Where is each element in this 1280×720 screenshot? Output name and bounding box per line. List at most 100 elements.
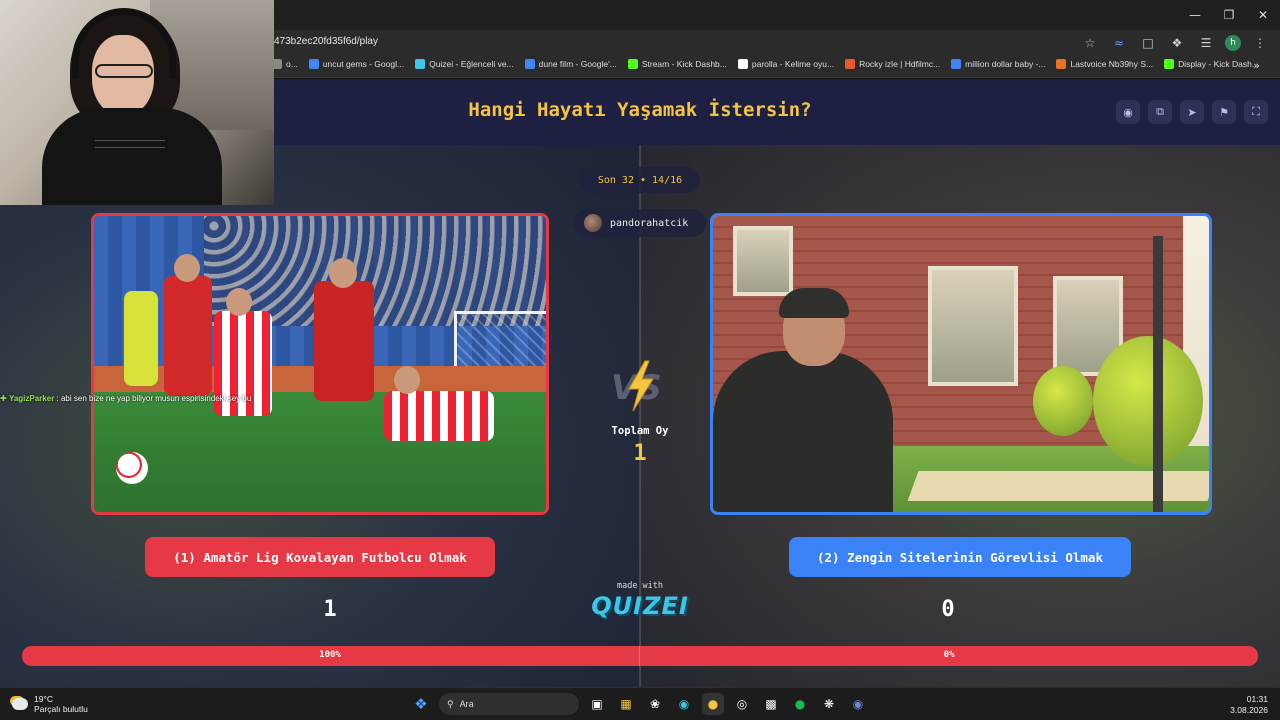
shirt-print: [95, 140, 165, 148]
player-red-1: [164, 276, 212, 396]
extension-wave-icon[interactable]: ≈: [1109, 33, 1129, 53]
eye-icon[interactable]: ◉: [1116, 100, 1140, 124]
flag-icon[interactable]: ⚑: [1212, 100, 1236, 124]
profile-avatar[interactable]: h: [1225, 35, 1241, 51]
bookmark-item[interactable]: Rocky izle | Hdfilmc...: [845, 59, 940, 69]
search-label: Ara: [459, 699, 474, 709]
system-clock[interactable]: 01:31 3.08.2026: [1230, 694, 1268, 716]
terminal-icon[interactable]: ▩: [760, 693, 782, 715]
weather-widget[interactable]: 19°C Parçalı bulutlu: [12, 694, 88, 714]
url-text[interactable]: 473b2ec20fd35f6d/play: [274, 36, 378, 47]
window: [928, 266, 1018, 386]
bookmark-label: Stream - Kick Dashb...: [641, 59, 727, 69]
puzzle-icon[interactable]: ❖: [1167, 33, 1187, 53]
bookmark-list: o... uncut gems - Googl... Quizei - Eğlenc…: [272, 59, 1259, 69]
reading-list-icon[interactable]: ☰: [1196, 33, 1216, 53]
option-right-votes: 0: [941, 597, 955, 622]
username: pandorahatcik: [610, 217, 689, 229]
bookmark-label: uncut gems - Googl...: [322, 59, 405, 69]
restore-icon[interactable]: ❐: [1212, 0, 1246, 30]
streamer-shirt: [42, 108, 222, 205]
kebab-menu-icon[interactable]: ⋮: [1250, 33, 1270, 53]
bookmark-label: Quizei - Eğlenceli ve...: [429, 59, 514, 69]
player-head: [329, 258, 357, 288]
edge-icon[interactable]: ◉: [673, 693, 695, 715]
spotify-icon[interactable]: ●: [789, 693, 811, 715]
chrome-icon[interactable]: ●: [702, 693, 724, 715]
windows-start-icon[interactable]: ❖: [410, 693, 432, 715]
window: [733, 226, 793, 296]
stadium-crowd: [204, 216, 546, 326]
extension-icon[interactable]: □: [1138, 33, 1158, 53]
player-white-2: [384, 391, 494, 441]
app-icon[interactable]: ❋: [818, 693, 840, 715]
bookmark-label: Rocky izle | Hdfilmc...: [859, 59, 941, 69]
bookmark-item[interactable]: Display - Kick Dash...: [1164, 59, 1259, 69]
minimize-icon[interactable]: —: [1178, 0, 1212, 30]
option-right-button[interactable]: (2) Zengin Sitelerinin Görevlisi Olmak: [789, 537, 1131, 577]
option-left-button[interactable]: (1) Amatör Lig Kovalayan Futbolcu Olmak: [145, 537, 495, 577]
guard-cap: [779, 288, 849, 318]
bookmark-item[interactable]: Quizei - Eğlenceli ve...: [415, 59, 514, 69]
bookmark-favicon-icon: [308, 59, 319, 69]
bookmark-favicon-icon: [1056, 59, 1067, 69]
discord-icon[interactable]: ◉: [847, 693, 869, 715]
vote-progress-split: [639, 646, 640, 666]
referee: [124, 291, 158, 386]
taskbar-apps: ❖ ⚲ Ara ▣ ▦ ❀ ◉ ● ◎ ▩ ● ❋ ◉: [410, 693, 869, 715]
bookmark-item[interactable]: Lastvoice Nb39hy S...: [1056, 59, 1153, 69]
vs-badge: VS: [605, 355, 675, 415]
bookmark-item[interactable]: uncut gems - Googl...: [308, 59, 405, 69]
round-badge: Son 32 • 14/16: [580, 167, 700, 193]
avatar: [584, 214, 602, 232]
obs-icon[interactable]: ◎: [731, 693, 753, 715]
bookmark-item[interactable]: parolla - Kelime oyu...: [737, 59, 835, 69]
total-votes-value: 1: [633, 441, 647, 466]
bookmark-item[interactable]: dune film - Google'...: [524, 59, 617, 69]
made-with-label: made with: [616, 581, 664, 591]
weather-temperature: 19°C: [34, 694, 53, 704]
football-ball: [116, 452, 148, 484]
windows-taskbar: 19°C Parçalı bulutlu ❖ ⚲ Ara ▣ ▦ ❀ ◉ ● ◎…: [0, 687, 1280, 720]
bookmark-item[interactable]: million dollar baby -...: [951, 59, 1045, 69]
player-red-2: [314, 281, 374, 401]
player-head: [174, 254, 200, 282]
vote-progress-fill: [22, 646, 1258, 666]
bookmark-star-icon[interactable]: ☆: [1080, 33, 1100, 53]
option-left-image[interactable]: [91, 213, 549, 515]
quizei-logo[interactable]: QUIZEI: [580, 592, 700, 620]
send-icon[interactable]: ➤: [1180, 100, 1204, 124]
window-controls: — ❐ ✕: [1178, 0, 1280, 30]
copy-icon[interactable]: ⧉: [1148, 100, 1172, 124]
task-view-icon[interactable]: ▣: [586, 693, 608, 715]
bookmark-item[interactable]: o...: [272, 59, 298, 69]
user-badge: pandorahatcik: [574, 209, 706, 237]
webcam-overlay: [0, 0, 274, 205]
file-explorer-icon[interactable]: ▦: [615, 693, 637, 715]
bookmark-item[interactable]: Stream - Kick Dashb...: [627, 59, 727, 69]
bookmark-label: o...: [286, 59, 298, 69]
chat-text: : abi sen bize ne yap biliyor musun espi…: [54, 394, 252, 403]
bookmark-favicon-icon: [845, 59, 856, 69]
chat-username: YagizParker: [8, 394, 55, 403]
bush: [1093, 336, 1203, 466]
fullscreen-icon[interactable]: ⛶: [1244, 100, 1268, 124]
chatgpt-icon[interactable]: ❀: [644, 693, 666, 715]
option-right-percent: 0%: [943, 650, 955, 660]
taskbar-search[interactable]: ⚲ Ara: [439, 693, 579, 715]
bush: [1033, 366, 1093, 436]
option-right-image[interactable]: [710, 213, 1212, 515]
bookmark-label: Lastvoice Nb39hy S...: [1070, 59, 1154, 69]
bookmark-favicon-icon: [1164, 59, 1175, 69]
lightning-icon: VS: [611, 360, 662, 412]
partly-cloudy-icon: [12, 698, 28, 710]
bookmark-label: parolla - Kelime oyu...: [751, 59, 835, 69]
search-icon: ⚲: [447, 698, 454, 709]
close-icon[interactable]: ✕: [1246, 0, 1280, 30]
clock-time: 01:31: [1246, 694, 1268, 704]
bookmark-favicon-icon: [415, 59, 426, 69]
lamp-post: [1153, 236, 1163, 512]
bookmark-label: dune film - Google'...: [538, 59, 617, 69]
bookmark-label: million dollar baby -...: [965, 59, 1046, 69]
bookmarks-overflow-icon[interactable]: »: [1253, 59, 1260, 72]
